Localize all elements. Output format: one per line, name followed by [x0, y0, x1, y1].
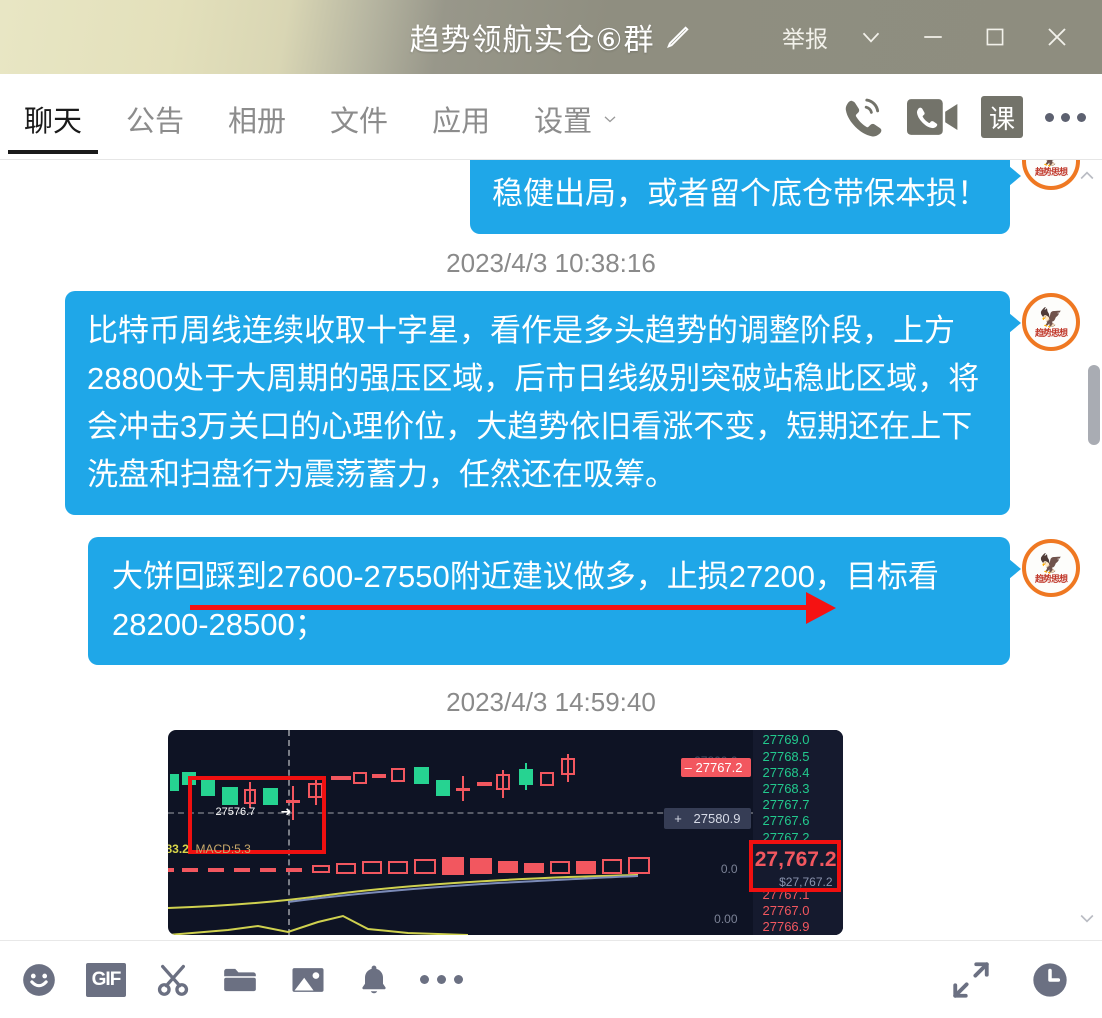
voice-call-icon[interactable] — [839, 94, 885, 140]
tab-album[interactable]: 相册 — [206, 98, 308, 160]
history-icon[interactable] — [1030, 960, 1070, 1000]
chart-zero-lower: 0.00 — [714, 912, 738, 927]
composer-tools-left: GIF — [20, 961, 463, 999]
chat-scrollbar-thumb[interactable] — [1088, 365, 1100, 445]
settings-chevron-down-icon — [604, 115, 616, 122]
avatar[interactable]: 🦅 趋势思想 — [1022, 160, 1080, 190]
composer-tools-right — [950, 959, 1082, 1001]
image-icon[interactable] — [288, 961, 328, 999]
ladder-price: 27768.3 — [762, 780, 810, 796]
message-row: 稳健出局，或者留个底仓带保本损！ 🦅 趋势思想 — [0, 160, 1102, 235]
chat-window: 趋势领航实仓⑥群 举报 聊天 公告 相册 文件 应用 设置 课 稳健出局，或者留… — [0, 0, 1102, 1018]
chart-crosshair-price-value: 27580.9 — [693, 811, 741, 827]
nav-action-buttons: 课 — [839, 74, 1086, 160]
avatar-label: 趋势思想 — [1034, 166, 1068, 177]
nav-tabs: 聊天 公告 相册 文件 应用 设置 — [0, 74, 642, 160]
avatar[interactable]: 🦅 趋势思想 — [1022, 293, 1080, 352]
chart-zero-upper: 0.0 — [720, 862, 738, 877]
report-button[interactable]: 举报 — [778, 8, 840, 66]
avatar-eagle-icon: 🦅 — [1039, 307, 1063, 329]
chart-plot-area: 27576.7 ➜ 83.2 MACD:5.3 0.0 0.00 – 27767… — [167, 730, 843, 936]
chart-red-annotation-box-price — [748, 840, 841, 893]
ladder-price: 27769.0 — [762, 732, 810, 748]
scroll-up-chevron-icon[interactable] — [1076, 166, 1098, 192]
chevron-down-icon[interactable] — [840, 8, 902, 66]
avatar-label: 趋势思想 — [1034, 573, 1068, 584]
chart-last-price-tag: – 27767.2 — [680, 758, 751, 778]
scroll-down-chevron-icon[interactable] — [1076, 908, 1098, 934]
page-title: 趋势领航实仓⑥群 — [409, 24, 655, 57]
ladder-price: 27768.5 — [762, 748, 810, 764]
tag-dash-icon: – — [684, 760, 692, 776]
tab-announcement[interactable]: 公告 — [104, 98, 206, 160]
red-arrow-annotation-icon — [190, 592, 836, 625]
ladder-price: 27768.4 — [762, 764, 810, 780]
message-timestamp: 2023/4/3 10:38:16 — [446, 248, 656, 279]
tab-announcement-label: 公告 — [126, 105, 185, 138]
message-text: 比特币周线连续收取十字星，看作是多头趋势的调整阶段，上方28800处于大周期的强… — [87, 313, 980, 493]
chart-last-price-value: 27767.2 — [695, 760, 743, 776]
emoji-icon[interactable] — [20, 961, 58, 999]
tab-apps-label: 应用 — [432, 105, 491, 138]
more-options-icon[interactable] — [1045, 112, 1086, 122]
chart-crosshair-price-tag: + 27580.9 — [664, 808, 751, 830]
window-title-bar: 趋势领航实仓⑥群 举报 — [0, 0, 1102, 74]
message-bubble-partial[interactable]: 稳健出局，或者留个底仓带保本损！ — [470, 160, 1021, 235]
message-bubble-trade[interactable]: 大饼回踩到27600-27550附近建议做多，止损27200，目标看28200-… — [88, 537, 1021, 666]
chat-message-list[interactable]: 稳健出局，或者留个底仓带保本损！ 🦅 趋势思想 2023/4/3 10:38:1… — [0, 160, 1102, 940]
avatar[interactable]: 🦅 趋势思想 — [1022, 539, 1080, 598]
chart-price-ladder: 27769.0 27768.5 27768.4 27768.3 27767.7 … — [752, 730, 843, 936]
close-button[interactable] — [1026, 8, 1088, 66]
edit-group-name-icon[interactable] — [664, 23, 692, 51]
class-button[interactable]: 课 — [981, 96, 1023, 138]
avatar-eagle-icon: 🦅 — [1039, 160, 1063, 167]
message-text: 稳健出局，或者留个底仓带保本损！ — [492, 176, 988, 211]
maximize-button[interactable] — [964, 8, 1026, 66]
minimize-button[interactable] — [902, 8, 964, 66]
avatar-label: 趋势思想 — [1034, 327, 1068, 338]
group-nav-bar: 聊天 公告 相册 文件 应用 设置 课 — [0, 74, 1102, 160]
bell-icon[interactable] — [356, 961, 392, 999]
message-bubble-analysis[interactable]: 比特币周线连续收取十字星，看作是多头趋势的调整阶段，上方28800处于大周期的强… — [65, 291, 1021, 516]
folder-icon[interactable] — [220, 961, 260, 999]
message-row: 比特币周线连续收取十字星，看作是多头趋势的调整阶段，上方28800处于大周期的强… — [0, 291, 1102, 516]
tag-plus-icon: + — [674, 811, 682, 827]
ladder-price: 27766.9 — [762, 919, 810, 935]
composer-toolbar: GIF — [0, 940, 1102, 1018]
gif-icon[interactable]: GIF — [86, 962, 126, 997]
tab-album-label: 相册 — [228, 105, 287, 138]
tab-apps[interactable]: 应用 — [410, 98, 512, 160]
avatar-eagle-icon: 🦅 — [1039, 553, 1063, 575]
ladder-price: 27767.0 — [762, 902, 810, 918]
tab-chat[interactable]: 聊天 — [2, 98, 104, 160]
tab-chat-label: 聊天 — [24, 105, 83, 138]
chart-moving-average-lines — [167, 874, 638, 936]
scissors-icon[interactable] — [154, 961, 192, 999]
window-controls: 举报 — [778, 0, 1088, 74]
chart-image-attachment[interactable]: 27576.7 ➜ 83.2 MACD:5.3 0.0 0.00 – 27767… — [167, 730, 843, 936]
message-timestamp: 2023/4/3 14:59:40 — [446, 687, 656, 718]
video-call-icon[interactable] — [907, 95, 959, 139]
message-row: 大饼回踩到27600-27550附近建议做多，止损27200，目标看28200-… — [0, 537, 1102, 666]
tab-settings-label: 设置 — [534, 105, 593, 138]
expand-icon[interactable] — [950, 959, 992, 1001]
tab-files-label: 文件 — [330, 105, 389, 138]
tab-settings[interactable]: 设置 — [512, 98, 642, 160]
tab-files[interactable]: 文件 — [308, 98, 410, 160]
ladder-price: 27767.6 — [762, 813, 810, 829]
ladder-price: 27767.7 — [762, 797, 810, 813]
chat-scrollbar[interactable] — [1088, 160, 1100, 940]
more-tools-icon[interactable] — [420, 975, 463, 984]
message-row-image: 27576.7 ➜ 83.2 MACD:5.3 0.0 0.00 – 27767… — [0, 730, 1102, 936]
chat-inner: 稳健出局，或者留个底仓带保本损！ 🦅 趋势思想 2023/4/3 10:38:1… — [0, 160, 1102, 940]
